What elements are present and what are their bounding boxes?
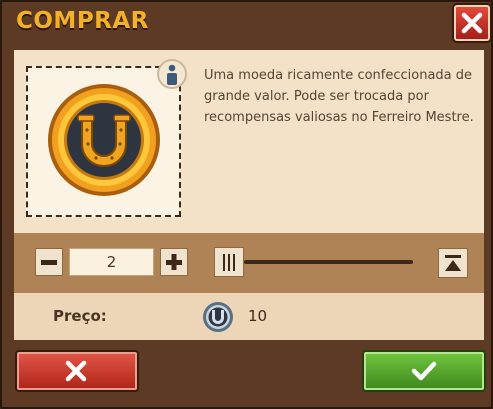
close-icon [461,12,483,34]
dialog-title: COMPRAR [16,8,149,34]
decrease-button[interactable] [35,248,63,276]
minus-icon [41,260,57,265]
quantity-slider-handle[interactable] [214,247,244,277]
price-label: Preço: [53,307,107,325]
cancel-button[interactable] [17,352,137,390]
info-icon [167,64,177,85]
horseshoe-coin-icon [203,302,233,332]
quantity-slider-track[interactable] [244,260,413,264]
quantity-controls: 2 [14,233,484,293]
item-image-frame [26,66,181,217]
max-icon [445,255,461,271]
plus-icon [166,254,182,270]
price-row: Preço: 10 [14,293,484,340]
purchase-dialog: COMPRAR Uma moeda ricamente confeccionad… [0,0,493,409]
max-quantity-button[interactable] [438,248,468,278]
price-value: 10 [248,307,268,325]
horseshoe-coin-icon [48,84,160,196]
item-description: Uma moeda ricamente confeccionada de gra… [204,68,474,125]
close-button[interactable] [454,5,490,41]
item-panel: Uma moeda ricamente confeccionada de gra… [14,50,484,233]
confirm-button[interactable] [364,352,484,390]
checkmark-icon [411,361,437,381]
increase-button[interactable] [160,248,188,276]
cross-icon [65,360,87,382]
quantity-field[interactable]: 2 [69,248,154,276]
info-button[interactable] [157,59,187,89]
